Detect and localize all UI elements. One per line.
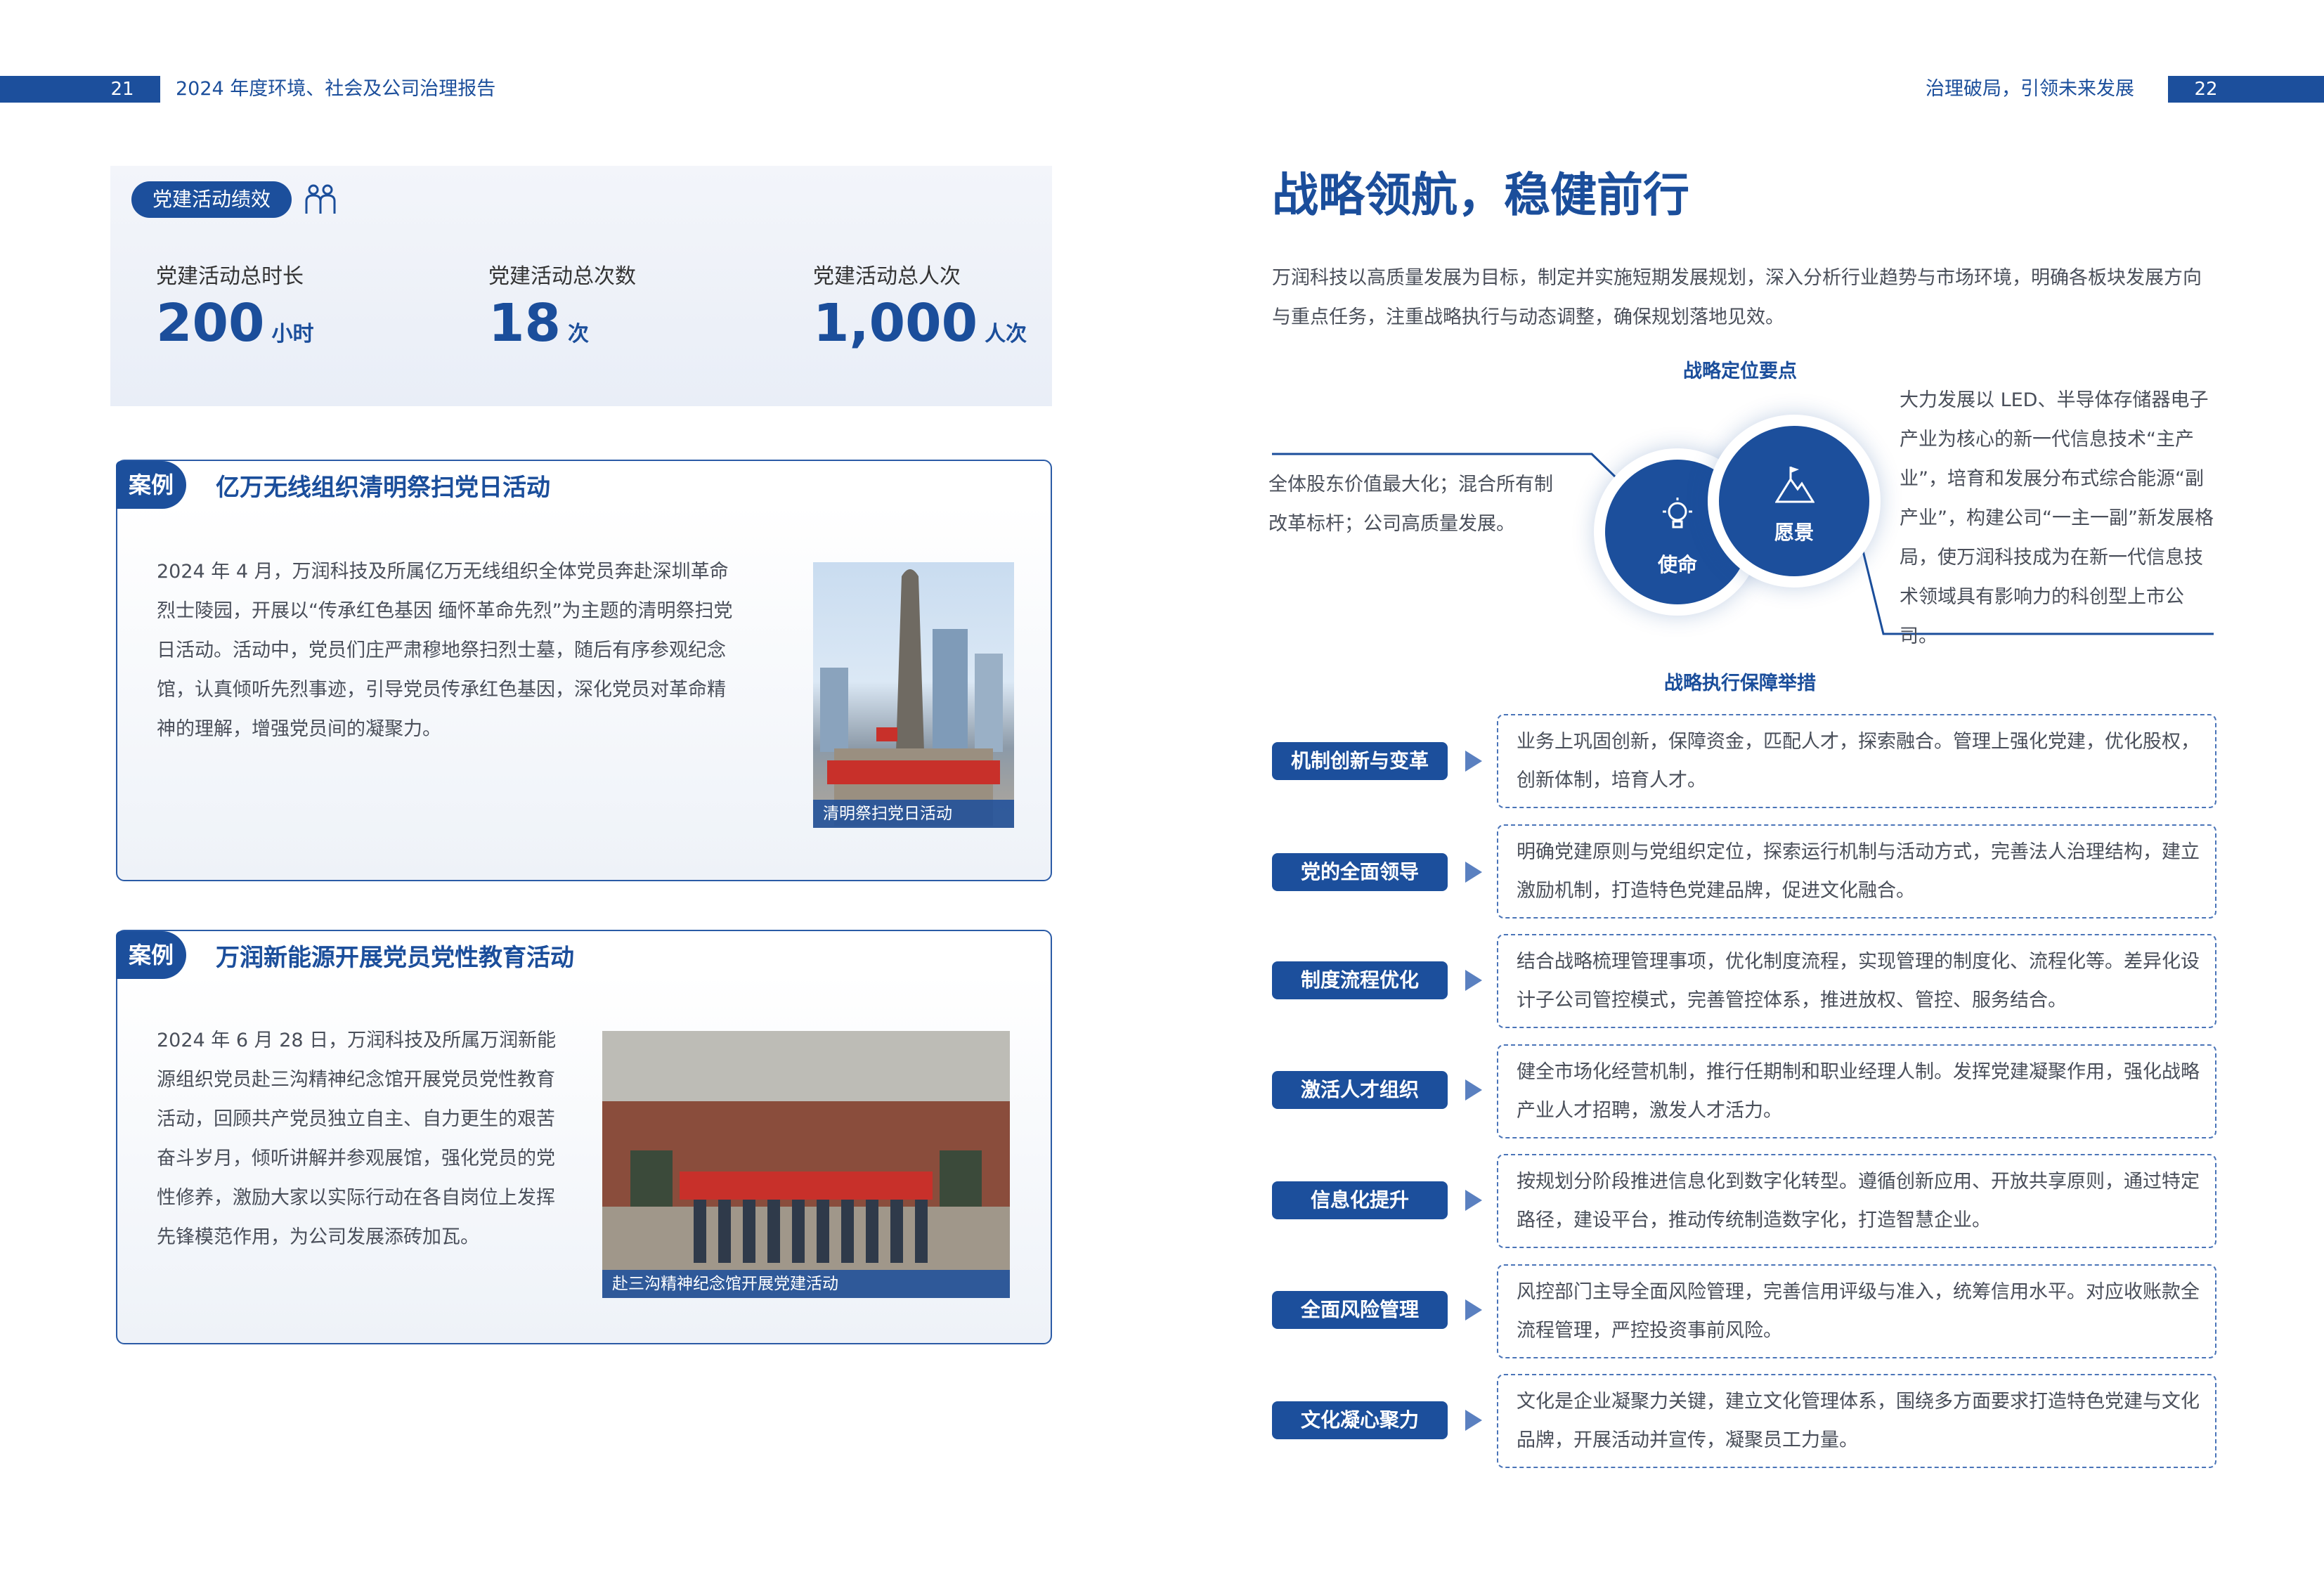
measure-box: 文化是企业凝聚力关键，建立文化管理体系，围绕多方面要求打造特色党建与文化品牌，开…: [1497, 1374, 2216, 1468]
case-title: 万润新能源开展党员党性教育活动: [216, 944, 574, 972]
right-header-title: 治理破局，引领未来发展: [1926, 78, 2134, 100]
stat-duration-label: 党建活动总时长: [156, 264, 304, 289]
case-photo: 清明祭扫党日活动: [813, 562, 1014, 828]
measure-text: 文化是企业凝聚力关键，建立文化管理体系，围绕多方面要求打造特色党建与文化品牌，开…: [1517, 1391, 2200, 1451]
arrow-right-icon: [1465, 751, 1482, 772]
measure-box: 明确党建原则与党组织定位，探索运行机制与活动方式，完善法人治理结构，建立激励机制…: [1497, 824, 2216, 919]
measure-text: 按规划分阶段推进信息化到数字化转型。遵循创新应用、开放共享原则，通过特定路径，建…: [1517, 1171, 2200, 1231]
stat-count-label: 党建活动总次数: [488, 264, 636, 289]
case-title: 亿万无线组织清明祭扫党日活动: [216, 474, 550, 502]
measure-text: 业务上巩固创新，保障资金，匹配人才，探索融合。管理上强化党建，优化股权，创新体制…: [1517, 731, 2200, 791]
measure-label: 机制创新与变革: [1272, 742, 1448, 780]
measure-box: 风控部门主导全面风险管理，完善信用评级与准入，统筹信用水平。对应收账款全流程管理…: [1497, 1264, 2216, 1358]
measure-box: 业务上巩固创新，保障资金，匹配人才，探索融合。管理上强化党建，优化股权，创新体制…: [1497, 714, 2216, 808]
museum-photo-illustration: [602, 1031, 1010, 1298]
stat-people-value: 1,000 人次: [813, 293, 1027, 353]
case-body: 2024 年 4 月，万润科技及所属亿万无线组织全体党员奔赴深圳革命烈士陵园，开…: [157, 561, 733, 740]
case-tab: 案例: [116, 461, 186, 509]
vision-circle: 愿景: [1708, 415, 1881, 588]
measure-box: 健全市场化经营机制，推行任期制和职业经理人制。发挥党建凝聚作用，强化战略产业人才…: [1497, 1044, 2216, 1138]
case-tab: 案例: [116, 931, 186, 979]
arrow-right-icon: [1465, 1079, 1482, 1101]
mission-text: 全体股东价值最大化；混合所有制改革标杆；公司高质量发展。: [1268, 474, 1553, 535]
strategy-title: 战略领航，稳健前行: [1272, 168, 1689, 222]
right-page-number: 22: [2194, 79, 2218, 100]
stat-people-label: 党建活动总人次: [813, 264, 961, 289]
measure-label: 文化凝心聚力: [1272, 1401, 1448, 1439]
party-stats-badge: 党建活动绩效: [131, 181, 292, 218]
measure-label: 党的全面领导: [1272, 853, 1448, 891]
vision-text: 大力发展以 LED、半导体存储器电子产业为核心的新一代信息技术“主产业”，培育和…: [1900, 389, 2214, 647]
arrow-right-icon: [1465, 1190, 1482, 1211]
measure-text: 明确党建原则与党组织定位，探索运行机制与活动方式，完善法人治理结构，建立激励机制…: [1517, 841, 2200, 902]
case-photo: 赴三沟精神纪念馆开展党建活动: [602, 1031, 1010, 1298]
measure-label: 信息化提升: [1272, 1181, 1448, 1219]
measure-text: 风控部门主导全面风险管理，完善信用评级与准入，统筹信用水平。对应收账款全流程管理…: [1517, 1281, 2200, 1342]
measure-label: 制度流程优化: [1272, 961, 1448, 999]
party-stats-panel: 党建活动绩效 党建活动总时长 200 小时 党建活动总次数 18 次 党建活动总人次…: [110, 166, 1052, 406]
mountain-flag-icon: [1774, 465, 1815, 506]
case-card-2: 案例 万润新能源开展党员党性教育活动 2024 年 6 月 28 日，万润科技及…: [116, 930, 1052, 1344]
case-card-1: 案例 亿万无线组织清明祭扫党日活动 2024 年 4 月，万润科技及所属亿万无线…: [116, 460, 1052, 881]
measures-heading: 战略执行保障举措: [1664, 673, 1816, 694]
measure-box: 按规划分阶段推进信息化到数字化转型。遵循创新应用、开放共享原则，通过特定路径，建…: [1497, 1154, 2216, 1248]
stat-duration-value: 200 小时: [156, 293, 314, 353]
measure-text: 结合战略梳理管理事项，优化制度流程，实现管理的制度化、流程化等。差异化设计子公司…: [1517, 951, 2200, 1011]
measure-label: 激活人才组织: [1272, 1071, 1448, 1109]
left-page-number: 21: [110, 79, 134, 100]
measure-text: 健全市场化经营机制，推行任期制和职业经理人制。发挥党建凝聚作用，强化战略产业人才…: [1517, 1061, 2200, 1122]
arrow-right-icon: [1465, 1410, 1482, 1431]
arrow-right-icon: [1465, 862, 1482, 883]
vision-label: 愿景: [1774, 521, 1814, 544]
lightbulb-icon: [1661, 498, 1694, 537]
measure-label: 全面风险管理: [1272, 1291, 1448, 1329]
arrow-right-icon: [1465, 1299, 1482, 1320]
stat-count-value: 18 次: [488, 293, 589, 353]
case-photo-caption: 赴三沟精神纪念馆开展党建活动: [602, 1270, 1010, 1298]
case-photo-caption: 清明祭扫党日活动: [813, 800, 1014, 828]
memorial-photo-illustration: [820, 569, 1003, 826]
people-icon: [304, 183, 337, 219]
arrow-right-icon: [1465, 970, 1482, 991]
left-header-title: 2024 年度环境、社会及公司治理报告: [176, 78, 496, 100]
case-body: 2024 年 6 月 28 日，万润科技及所属万润新能源组织党员赴三沟精神纪念馆…: [157, 1030, 557, 1248]
measure-box: 结合战略梳理管理事项，优化制度流程，实现管理的制度化、流程化等。差异化设计子公司…: [1497, 934, 2216, 1028]
strategy-intro: 万润科技以高质量发展为目标，制定并实施短期发展规划，深入分析行业趋势与市场环境，…: [1272, 267, 2202, 328]
